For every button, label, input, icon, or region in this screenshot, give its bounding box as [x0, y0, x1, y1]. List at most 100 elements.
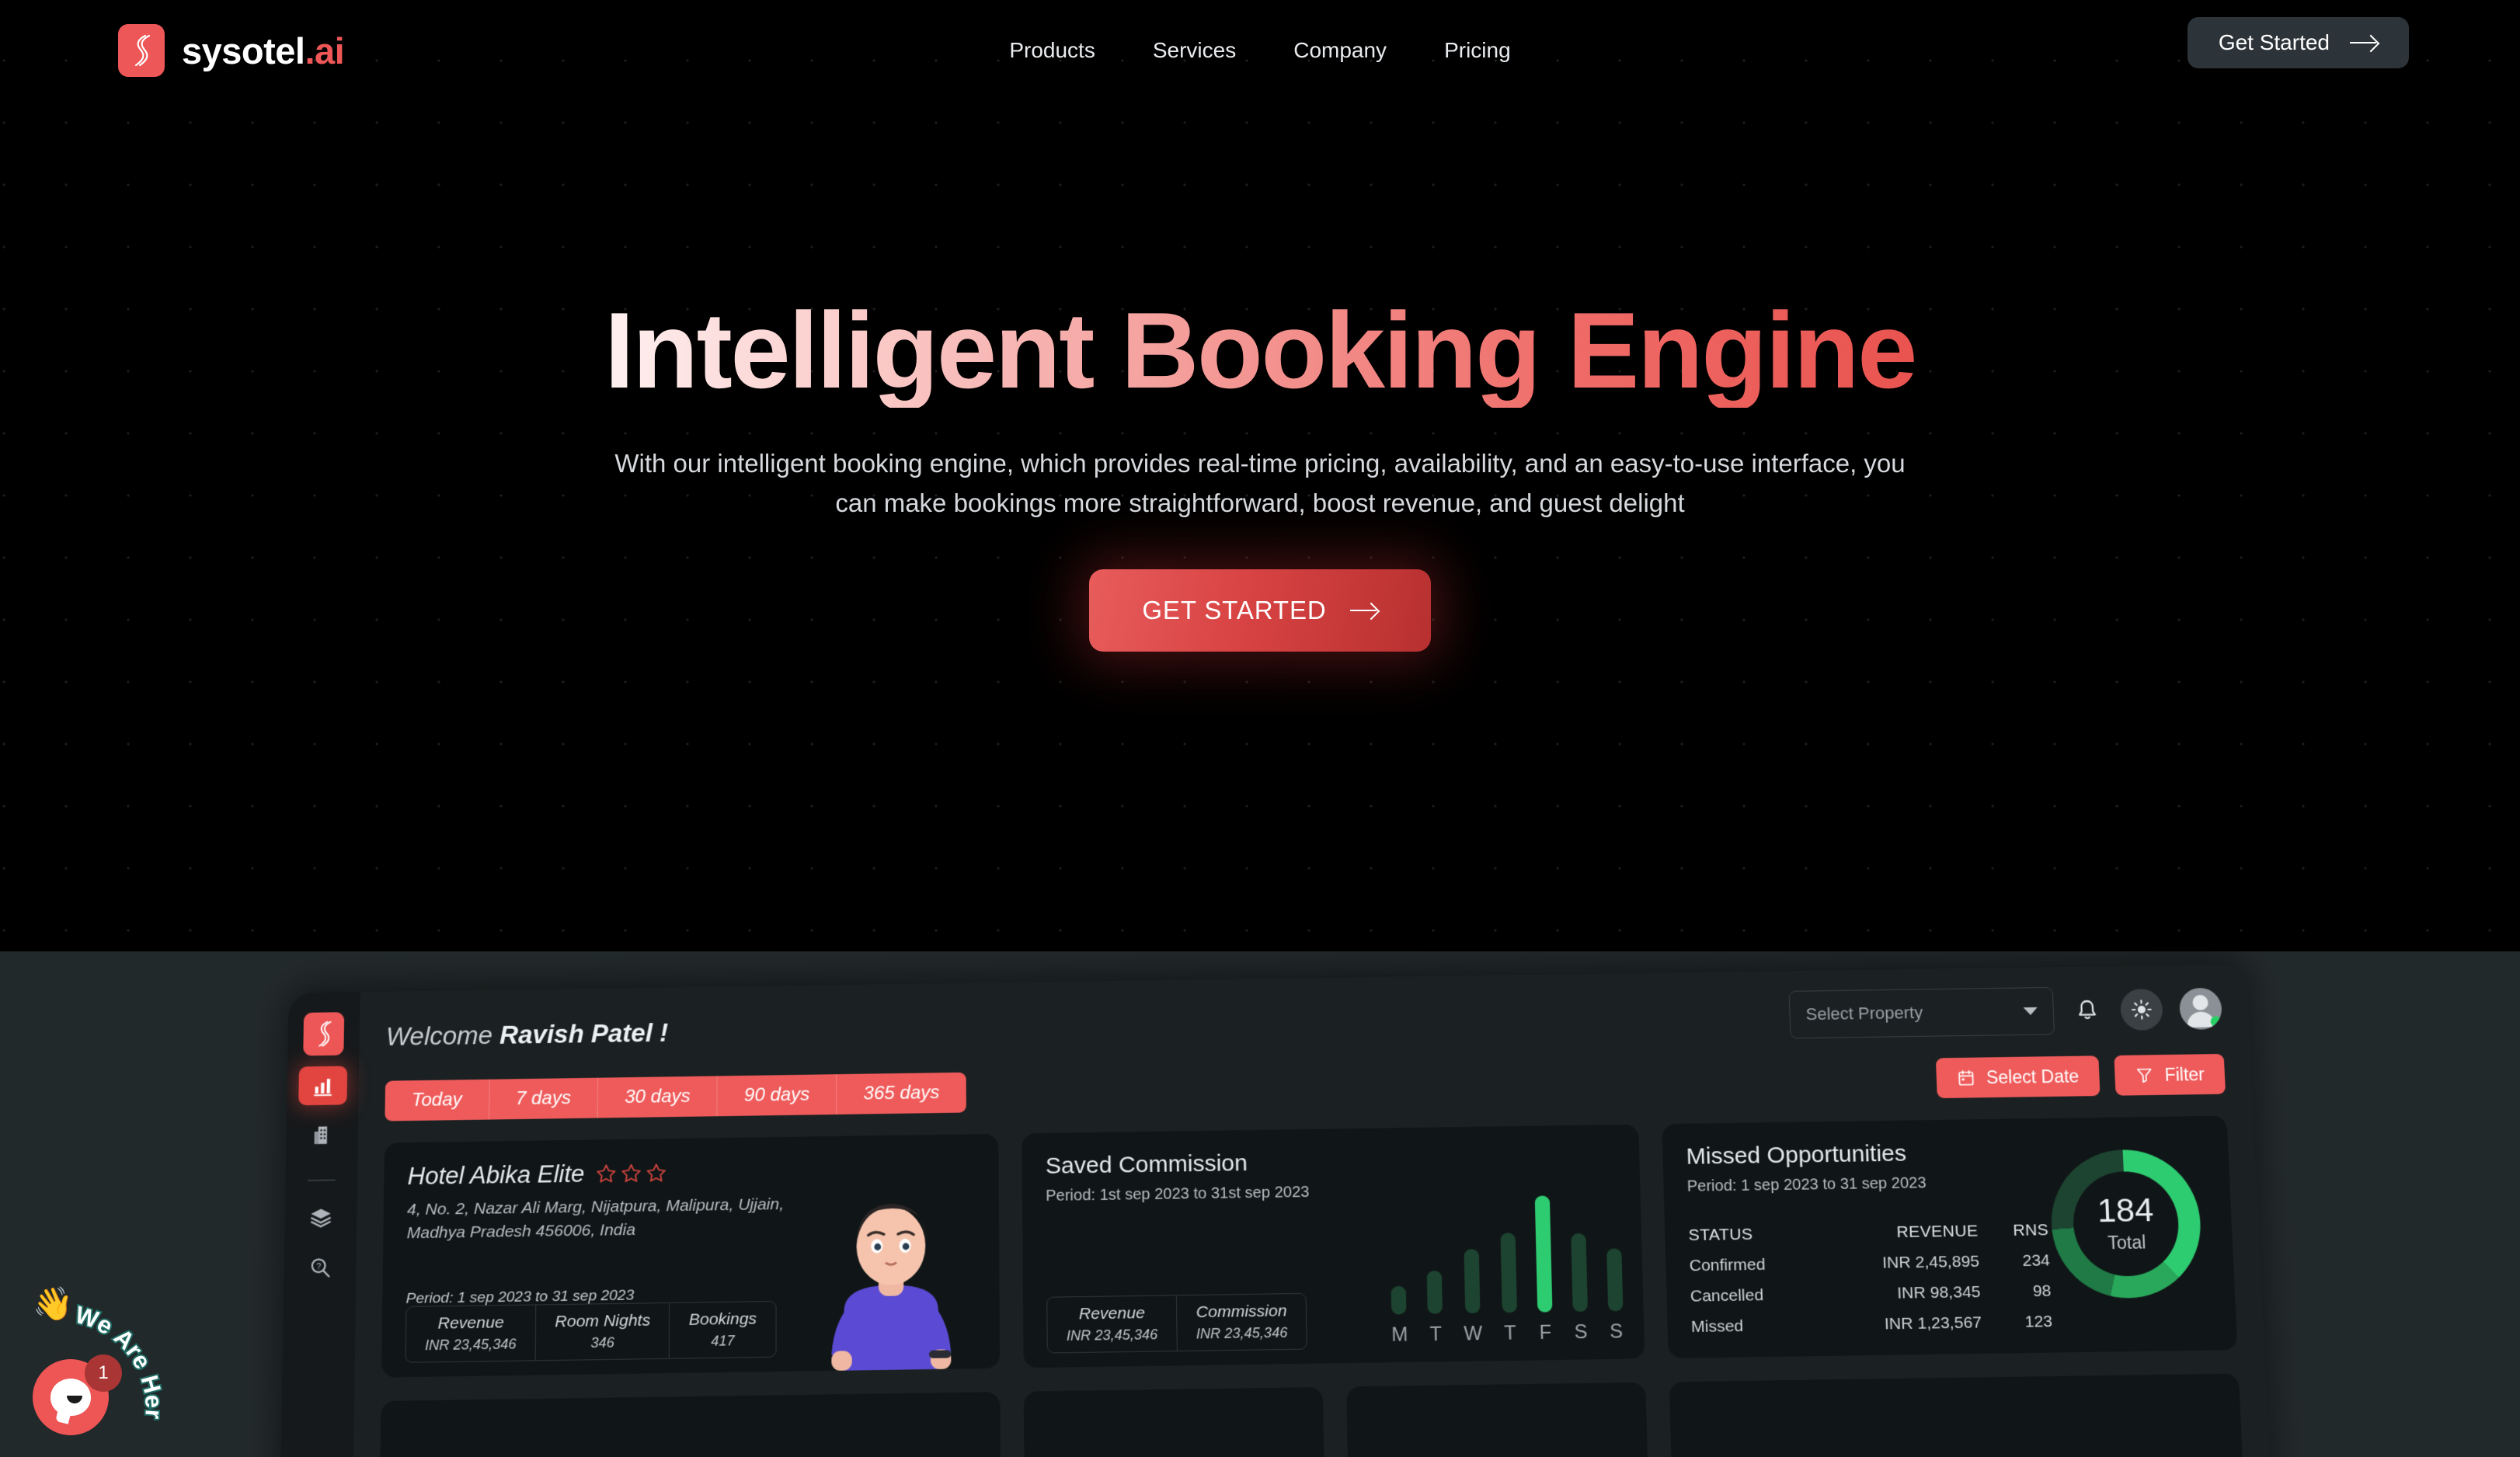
- cell-rns: 123: [2024, 1312, 2053, 1331]
- sidebar-item-analytics[interactable]: [298, 1066, 348, 1106]
- hero-title-part2: Booking Engine: [1121, 290, 1916, 411]
- star-icon: [621, 1163, 642, 1184]
- cell-revenue: INR 98,345: [1896, 1282, 1981, 1302]
- dashboard-card-row-2: [378, 1373, 2247, 1457]
- sidebar-item-properties[interactable]: [298, 1115, 346, 1155]
- hero-get-started-button[interactable]: GET STARTED: [1089, 569, 1431, 652]
- stat-label: Commission: [1196, 1302, 1287, 1322]
- welcome-user-name: Ravish Patel !: [499, 1017, 669, 1049]
- arrow-right-icon: [1349, 603, 1378, 617]
- date-range-pills: Today 7 days 30 days 90 days 365 days: [385, 1072, 966, 1121]
- theme-toggle-button[interactable]: [2119, 988, 2164, 1031]
- donut-total-value: 184: [2096, 1191, 2155, 1230]
- chevron-down-icon: [2023, 1007, 2038, 1016]
- main-navigation: Products Services Company Pricing: [1003, 30, 1516, 71]
- bar: [1500, 1233, 1518, 1313]
- dashboard-header-actions: Select Property: [1788, 985, 2223, 1039]
- bar-label: S: [1574, 1320, 1588, 1344]
- stat-label: Room Nights: [555, 1311, 651, 1331]
- property-select-value: Select Property: [1805, 1003, 1923, 1024]
- cell-status: Missed: [1690, 1316, 1744, 1336]
- bar: [1427, 1270, 1443, 1314]
- filter-button[interactable]: Filter: [2114, 1053, 2226, 1096]
- stat-bookings: Bookings 417: [670, 1302, 775, 1358]
- cell-revenue: INR 1,23,567: [1884, 1313, 1982, 1333]
- bar-label: T: [1503, 1322, 1517, 1344]
- sysotel-s-logo-icon: [118, 24, 165, 77]
- bar-label: M: [1391, 1323, 1408, 1346]
- date-pill-today[interactable]: Today: [385, 1079, 490, 1121]
- bar-column: T: [1499, 1188, 1518, 1345]
- layers-icon: [309, 1208, 333, 1230]
- sidebar-item-help-search[interactable]: ?: [295, 1248, 344, 1288]
- brand-name: sysotel: [182, 30, 305, 71]
- placeholder-card: [378, 1392, 1001, 1457]
- sun-theme-icon: [2129, 998, 2153, 1021]
- bar-column: M: [1389, 1190, 1408, 1347]
- select-date-button[interactable]: Select Date: [1935, 1055, 2101, 1099]
- cell-rns: 98: [2032, 1281, 2052, 1300]
- hotel-address: 4, No. 2, Nazar Ali Marg, Nijatpura, Mal…: [406, 1194, 785, 1243]
- placeholder-card: [1023, 1386, 1326, 1457]
- nav-item-pricing[interactable]: Pricing: [1438, 30, 1517, 71]
- bar-column: S: [1570, 1188, 1589, 1344]
- column-revenue: REVENUE: [1895, 1222, 1979, 1242]
- chat-unread-badge: 1: [85, 1354, 122, 1392]
- nav-item-company[interactable]: Company: [1287, 30, 1393, 71]
- date-pill-7-days[interactable]: 7 days: [489, 1077, 599, 1120]
- bar: [1534, 1195, 1553, 1313]
- commission-title: Saved Commission: [1045, 1150, 1248, 1179]
- placeholder-card: [1346, 1382, 1651, 1457]
- date-pill-365-days[interactable]: 365 days: [837, 1073, 966, 1114]
- avatar-head: [2192, 994, 2209, 1010]
- hero-title-part1: Intelligent: [604, 290, 1122, 411]
- chat-widget: We Are Here! 👋 1: [28, 1285, 195, 1440]
- star-icon: [646, 1162, 667, 1184]
- stat-value: 417: [711, 1333, 735, 1349]
- missed-opportunities-card: Missed Opportunities Period: 1 sep 2023 …: [1662, 1115, 2238, 1358]
- sidebar-item-layers[interactable]: [296, 1198, 345, 1237]
- date-pill-90-days[interactable]: 90 days: [717, 1074, 837, 1117]
- dashboard-card-row-1: Hotel Abika Elite 4, No. 2, Nazar Ali Ma…: [381, 1115, 2238, 1378]
- calendar-icon: [1956, 1069, 1975, 1087]
- dashboard-topbar: Welcome Ravish Patel ! Select Property: [385, 985, 2223, 1059]
- property-select[interactable]: Select Property: [1788, 986, 2055, 1039]
- stat-value: INR 23,45,346: [1196, 1324, 1288, 1342]
- notifications-button[interactable]: [2070, 994, 2104, 1027]
- hotel-info-card: Hotel Abika Elite 4, No. 2, Nazar Ali Ma…: [381, 1133, 1001, 1378]
- stat-label: Revenue: [1078, 1304, 1145, 1323]
- stat-label: Bookings: [688, 1309, 757, 1329]
- welcome-prefix: Welcome: [385, 1021, 493, 1051]
- dashboard-action-buttons: Select Date Filter: [1935, 1053, 2226, 1099]
- nav-item-services[interactable]: Services: [1147, 30, 1242, 71]
- brand-suffix: .ai: [305, 30, 345, 71]
- dashboard-sidebar: ?: [277, 992, 360, 1457]
- date-pill-30-days[interactable]: 30 days: [597, 1076, 718, 1118]
- bar-column: F: [1534, 1188, 1553, 1344]
- stat-room-nights: Room Nights 346: [535, 1302, 670, 1361]
- funnel-icon: [2135, 1066, 2154, 1084]
- header-get-started-button[interactable]: Get Started: [2187, 17, 2409, 68]
- dashboard-preview: ? Welcome Ravish Patel ! Select Property: [0, 951, 2520, 1457]
- status-badge: [2210, 1016, 2222, 1028]
- welcome-message: Welcome Ravish Patel !: [386, 1018, 669, 1052]
- page-title: Intelligent Booking Engine: [0, 295, 2520, 408]
- stat-label: Revenue: [437, 1313, 504, 1333]
- bar-column: S: [1605, 1187, 1624, 1344]
- sidebar-item-logo[interactable]: [303, 1012, 345, 1056]
- cell-status: Confirmed: [1689, 1255, 1766, 1275]
- chat-bubble-icon: [50, 1379, 91, 1424]
- dashboard-main: Welcome Ravish Patel ! Select Property T…: [350, 965, 2279, 1457]
- brand-logo[interactable]: sysotel.ai: [118, 24, 345, 77]
- commission-bar-chart: MTWTFSS: [1389, 1187, 1624, 1347]
- dashboard-window: ? Welcome Ravish Patel ! Select Property: [277, 964, 2280, 1457]
- bar: [1391, 1286, 1407, 1315]
- bar: [1606, 1248, 1624, 1312]
- bar-label: W: [1463, 1322, 1483, 1345]
- hero-subtitle: With our intelligent booking engine, whi…: [614, 448, 1906, 517]
- nav-item-products[interactable]: Products: [1003, 30, 1102, 71]
- cell-revenue: INR 2,45,895: [1881, 1252, 1980, 1272]
- avatar[interactable]: [2178, 987, 2223, 1030]
- bar-label: T: [1429, 1323, 1443, 1346]
- hotel-name: Hotel Abika Elite: [407, 1160, 585, 1191]
